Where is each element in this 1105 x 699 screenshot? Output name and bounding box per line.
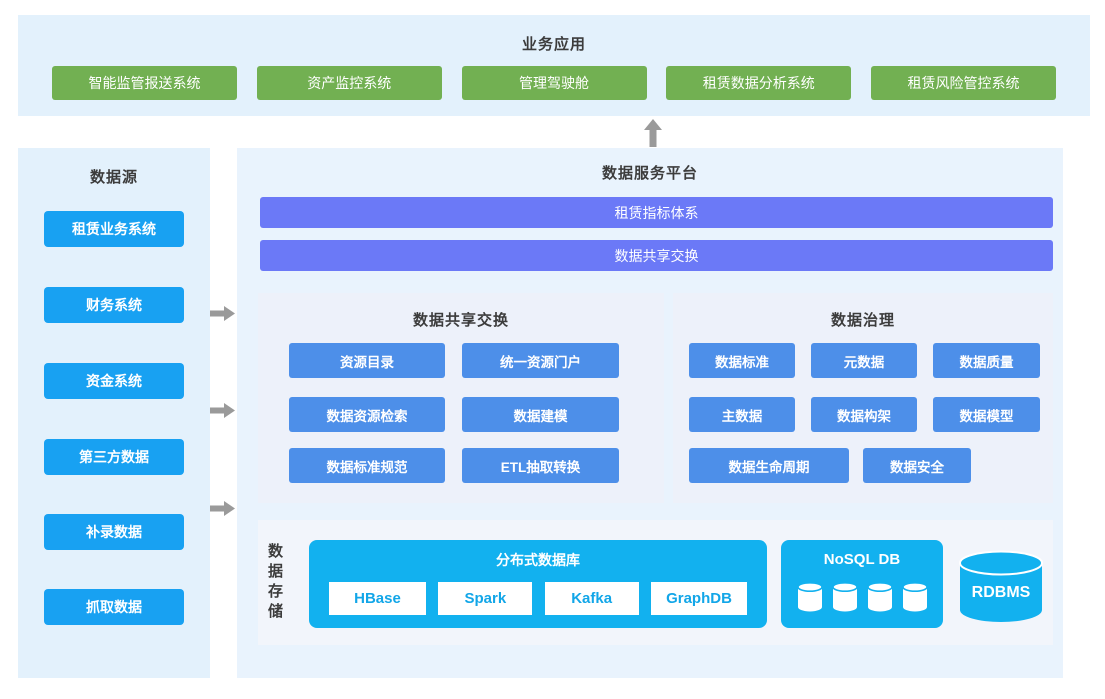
gov-data-lifecycle: 数据生命周期 bbox=[689, 448, 849, 483]
up-arrow-icon bbox=[644, 119, 662, 147]
sharing-data-standard-spec: 数据标准规范 bbox=[289, 448, 445, 483]
sharing-data-modeling: 数据建模 bbox=[462, 397, 619, 432]
app-leasing-data-analysis: 租赁数据分析系统 bbox=[666, 66, 851, 100]
distributed-database-chips: HBase Spark Kafka GraphDB bbox=[309, 582, 767, 615]
nosql-db-box: NoSQL DB bbox=[781, 540, 943, 628]
right-arrow-icon bbox=[210, 501, 235, 516]
business-apps-section: 业务应用 智能监管报送系统 资产监控系统 管理驾驶舱 租赁数据分析系统 租赁风险… bbox=[18, 15, 1090, 116]
nosql-cylinders-row bbox=[781, 582, 943, 613]
app-smart-regulatory-reporting: 智能监管报送系统 bbox=[52, 66, 237, 100]
gov-metadata: 元数据 bbox=[811, 343, 917, 378]
data-storage-label: 数据存储 bbox=[267, 542, 284, 622]
source-leasing-business-system: 租赁业务系统 bbox=[44, 211, 184, 247]
source-supplementary-data: 补录数据 bbox=[44, 514, 184, 550]
distributed-database-box: 分布式数据库 HBase Spark Kafka GraphDB bbox=[309, 540, 767, 628]
gov-master-data: 主数据 bbox=[689, 397, 795, 432]
business-apps-title: 业务应用 bbox=[18, 33, 1090, 54]
right-arrow-icon bbox=[210, 306, 235, 321]
app-management-cockpit: 管理驾驶舱 bbox=[462, 66, 647, 100]
app-leasing-risk-control: 租赁风险管控系统 bbox=[871, 66, 1056, 100]
source-finance-system: 财务系统 bbox=[44, 287, 184, 323]
database-cylinder-icon bbox=[796, 582, 824, 613]
gov-data-architecture: 数据构架 bbox=[811, 397, 917, 432]
chip-kafka: Kafka bbox=[545, 582, 639, 615]
app-asset-monitoring: 资产监控系统 bbox=[257, 66, 442, 100]
business-apps-row: 智能监管报送系统 资产监控系统 管理驾驶舱 租赁数据分析系统 租赁风险管控系统 bbox=[18, 66, 1090, 100]
data-sharing-panel: 数据共享交换 资源目录 统一资源门户 数据资源检索 数据建模 数据标准规范 ET… bbox=[258, 293, 664, 503]
gov-data-quality: 数据质量 bbox=[933, 343, 1040, 378]
gov-data-model: 数据模型 bbox=[933, 397, 1040, 432]
source-crawled-data: 抓取数据 bbox=[44, 589, 184, 625]
data-governance-panel: 数据治理 数据标准 元数据 数据质量 主数据 数据构架 数据模型 数据生命周期 … bbox=[673, 293, 1053, 503]
data-sources-title: 数据源 bbox=[18, 166, 210, 187]
sharing-unified-resource-portal: 统一资源门户 bbox=[462, 343, 619, 378]
data-storage-panel: 数据存储 分布式数据库 HBase Spark Kafka GraphDB No… bbox=[258, 520, 1053, 645]
chip-graphdb: GraphDB bbox=[651, 582, 747, 615]
database-cylinder-icon bbox=[866, 582, 894, 613]
sharing-data-resource-search: 数据资源检索 bbox=[289, 397, 445, 432]
data-governance-title: 数据治理 bbox=[673, 309, 1053, 330]
bar-data-sharing-exchange: 数据共享交换 bbox=[260, 240, 1053, 271]
sharing-etl-extract-transform: ETL抽取转换 bbox=[462, 448, 619, 483]
rdbms-cylinder: RDBMS bbox=[957, 550, 1045, 624]
rdbms-label: RDBMS bbox=[957, 584, 1045, 602]
chip-spark: Spark bbox=[438, 582, 532, 615]
gov-data-standard: 数据标准 bbox=[689, 343, 795, 378]
database-cylinder-icon bbox=[831, 582, 859, 613]
distributed-database-title: 分布式数据库 bbox=[309, 550, 767, 570]
platform-title: 数据服务平台 bbox=[237, 162, 1063, 183]
data-sharing-title: 数据共享交换 bbox=[258, 309, 664, 330]
sharing-resource-catalog: 资源目录 bbox=[289, 343, 445, 378]
database-cylinder-icon bbox=[901, 582, 929, 613]
source-third-party-data: 第三方数据 bbox=[44, 439, 184, 475]
right-arrow-icon bbox=[210, 403, 235, 418]
chip-hbase: HBase bbox=[329, 582, 426, 615]
data-sources-panel: 数据源 租赁业务系统 财务系统 资金系统 第三方数据 补录数据 抓取数据 bbox=[18, 148, 210, 678]
data-service-platform-panel: 数据服务平台 租赁指标体系 数据共享交换 数据共享交换 资源目录 统一资源门户 … bbox=[237, 148, 1063, 678]
source-treasury-system: 资金系统 bbox=[44, 363, 184, 399]
gov-data-security: 数据安全 bbox=[863, 448, 971, 483]
nosql-db-title: NoSQL DB bbox=[781, 551, 943, 568]
bar-leasing-indicator-system: 租赁指标体系 bbox=[260, 197, 1053, 228]
